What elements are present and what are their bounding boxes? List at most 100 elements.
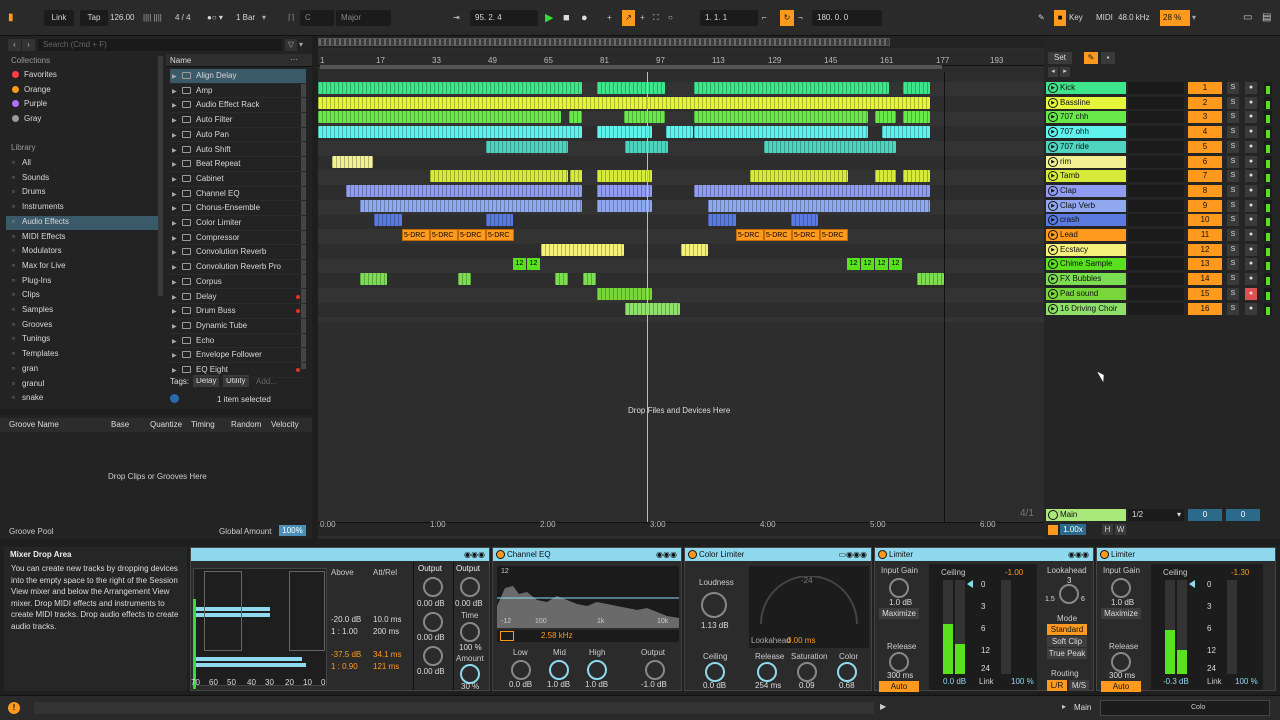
plus-icon[interactable]: + (640, 10, 645, 26)
global-amount-value[interactable]: 100% (279, 525, 306, 536)
clip-707-ride[interactable] (486, 140, 568, 153)
library-item-max-for-live[interactable]: ▫ Max for Live (12, 259, 66, 273)
release-value[interactable]: 300 ms (1109, 671, 1135, 680)
session-record-icon[interactable]: ○ (668, 10, 673, 26)
track-play-icon[interactable]: ▶ (1048, 303, 1058, 314)
track-activator[interactable]: 8 (1188, 184, 1222, 197)
chevron-down-icon[interactable]: ▾ (299, 39, 303, 51)
mode-standard-button[interactable]: Standard (1047, 624, 1087, 635)
alert-icon[interactable]: ! (8, 702, 20, 714)
metronome-bars-icon[interactable]: |||| |||| (143, 10, 162, 26)
track-activator[interactable]: 14 (1188, 273, 1222, 286)
key-map-icon[interactable]: ■ (1054, 10, 1066, 26)
arm-icon[interactable]: ● (1245, 287, 1257, 300)
clip-707-ohh[interactable] (666, 126, 693, 139)
expand-arrow-icon[interactable]: ▶ (172, 129, 182, 144)
track-header-tamb[interactable]: ▶ Tamb (1046, 170, 1126, 183)
collection-gray[interactable]: Gray (12, 112, 41, 126)
eq-output-knob[interactable] (645, 660, 665, 680)
browser-item[interactable]: ▶ Auto Shift (170, 143, 306, 158)
time-signature[interactable]: 4 / 4 (175, 10, 191, 26)
clip-fx-bubbles[interactable] (917, 273, 944, 286)
clip-707-ride[interactable] (764, 140, 896, 153)
low-knob[interactable] (511, 660, 531, 680)
bar-marker[interactable]: 97 (656, 56, 665, 65)
browser-item[interactable]: ▶ EQ Eight (170, 363, 306, 378)
clip-707-chh[interactable] (624, 111, 665, 124)
ceiling-value[interactable]: -1.30 (1231, 568, 1249, 577)
main-track-name[interactable]: Main (1046, 509, 1126, 521)
maximize-button[interactable]: Maximize (1101, 608, 1141, 619)
expand-arrow-icon[interactable]: ▶ (172, 114, 182, 129)
track-fader[interactable] (1128, 184, 1184, 197)
main-play-icon[interactable] (1048, 510, 1058, 520)
library-item-plug-ins[interactable]: ▫ Plug-Ins (12, 274, 51, 288)
output-knob-1[interactable] (423, 577, 443, 597)
clip-lead[interactable]: 5-DRC (820, 229, 848, 241)
arm-icon[interactable]: ● (1245, 96, 1257, 109)
expand-arrow-icon[interactable]: ▶ (172, 144, 182, 159)
solo-button[interactable]: S (1227, 287, 1239, 300)
lookahead-knob[interactable] (1059, 584, 1079, 604)
bar-marker[interactable]: 161 (880, 56, 893, 65)
clip-rim[interactable] (332, 155, 373, 168)
ceiling-marker-icon[interactable] (967, 580, 973, 588)
color-knob[interactable] (837, 662, 857, 682)
clip-fx-bubbles[interactable] (555, 273, 568, 286)
track-activator[interactable]: 3 (1188, 111, 1222, 124)
clip-707-ohh[interactable] (597, 126, 652, 139)
library-item-drums[interactable]: ▫ Drums (12, 185, 46, 199)
clip-clap[interactable] (346, 184, 582, 197)
punch-out-icon[interactable]: ¬ (798, 10, 803, 26)
output2-value[interactable]: 0.00 dB (455, 599, 483, 608)
clip-lead[interactable]: 5-DRC (736, 229, 764, 241)
track-play-icon[interactable]: ▶ (1048, 200, 1058, 211)
solo-button[interactable]: S (1227, 140, 1239, 153)
expand-arrow-icon[interactable]: ▶ (172, 291, 182, 306)
expand-arrow-icon[interactable]: ▶ (172, 202, 182, 217)
track-header-lead[interactable]: ▶ Lead (1046, 229, 1126, 241)
clip-707-ohh[interactable] (694, 126, 868, 139)
track-activator[interactable]: 11 (1188, 229, 1222, 241)
browser-item[interactable]: ▶ Audio Effect Rack (170, 98, 306, 114)
bar-marker[interactable]: 145 (824, 56, 837, 65)
library-item-samples[interactable]: ▫ Samples (12, 303, 53, 317)
time-ruler[interactable] (318, 522, 1044, 536)
filter-icon[interactable]: ▽ (285, 39, 297, 51)
color-limiter-header[interactable]: Color Limiter ▭◉◉◉ (685, 548, 871, 561)
midi-map-label[interactable]: MIDI (1096, 10, 1113, 26)
expand-arrow-icon[interactable]: ▶ (172, 70, 182, 85)
set-button[interactable]: Set (1048, 52, 1073, 64)
time-marker[interactable]: 5:00 (870, 520, 886, 529)
time-marker[interactable]: 1:00 (430, 520, 446, 529)
track-fader[interactable] (1128, 229, 1184, 241)
expand-arrow-icon[interactable]: ▶ (172, 364, 182, 379)
track-activator[interactable]: 5 (1188, 140, 1222, 153)
expand-arrow-icon[interactable]: ▶ (172, 305, 182, 320)
height-button[interactable]: H (1102, 524, 1113, 535)
align-r3b[interactable]: 34.1 ms (373, 650, 401, 659)
clip-clap-verb[interactable] (708, 199, 930, 212)
library-item-all[interactable]: ▫ All (12, 156, 31, 170)
solo-button[interactable]: S (1227, 126, 1239, 139)
add-icon[interactable]: + (607, 10, 612, 26)
track-header-clap[interactable]: ▶ Clap (1046, 184, 1126, 197)
track-activator[interactable]: 13 (1188, 258, 1222, 271)
align-r2b[interactable]: 200 ms (373, 627, 399, 636)
clip-clap[interactable] (694, 184, 930, 197)
lock-icon[interactable]: ▪ (1101, 52, 1115, 64)
link-value[interactable]: 100 % (1011, 677, 1034, 686)
position-field[interactable]: 95. 2. 4 (470, 10, 538, 26)
time-knob[interactable] (460, 622, 480, 642)
track-fader[interactable] (1128, 199, 1184, 212)
arm-icon[interactable]: ● (1245, 302, 1257, 315)
draw-mode-icon[interactable]: ✎ (1038, 10, 1045, 26)
solo-button[interactable]: S (1227, 170, 1239, 183)
tag-add[interactable]: Add... (256, 377, 277, 386)
track-header-707-ohh[interactable]: ▶ 707 ohh (1046, 126, 1126, 139)
high-value[interactable]: 1.0 dB (585, 680, 608, 689)
track-fader[interactable] (1128, 111, 1184, 124)
collection-favorites[interactable]: Favorites (12, 68, 57, 82)
track-play-icon[interactable]: ▶ (1048, 171, 1058, 182)
clip-707-ohh[interactable] (882, 126, 930, 139)
